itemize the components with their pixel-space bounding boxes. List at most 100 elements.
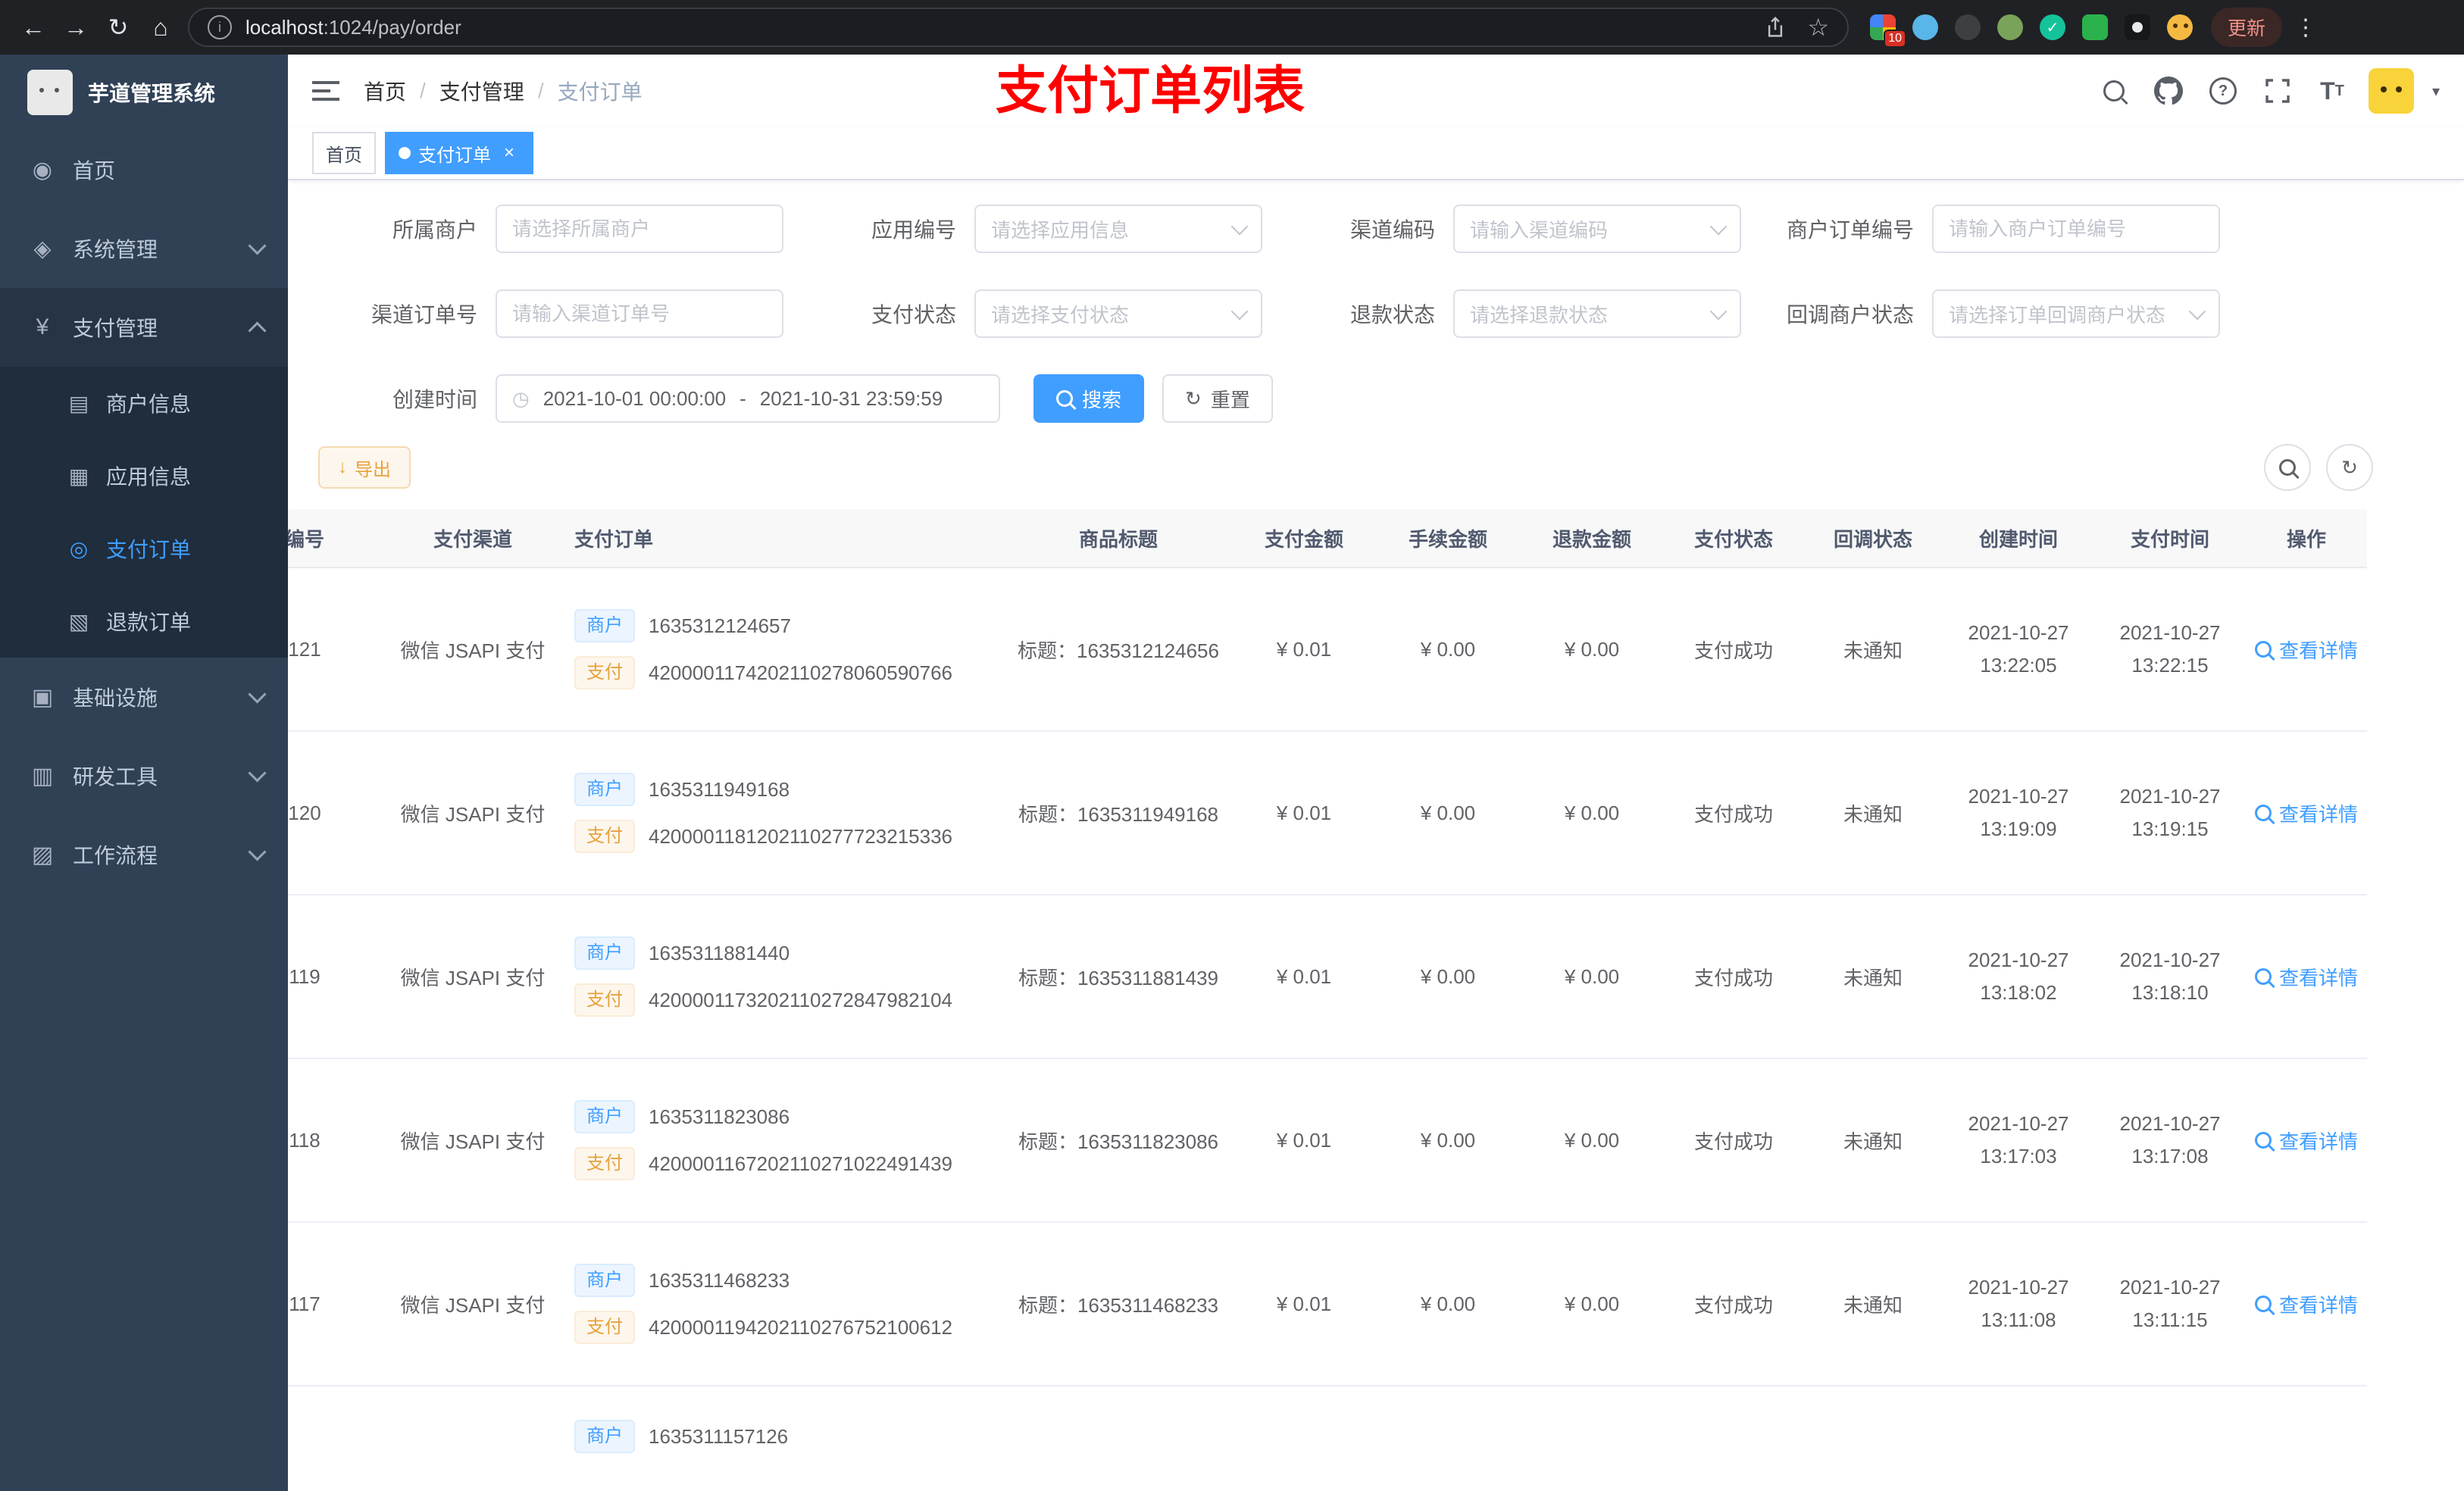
reload-icon[interactable]: ↻ [97, 6, 139, 48]
dashboard-icon: ◉ [32, 157, 53, 183]
page-content: 所属商户 应用编号 请选择应用信息 渠道编码 请输入渠道编码 商户订单编号 [288, 180, 2464, 1491]
table-row-partial: 商户 1635311157126 [288, 1386, 2367, 1491]
font-size-icon[interactable]: TT [2314, 73, 2350, 109]
search-icon [2255, 968, 2272, 985]
bookmark-star-icon[interactable]: ☆ [1807, 13, 1829, 42]
reset-button[interactable]: ↻ 重置 [1162, 374, 1273, 423]
breadcrumb-pay-manage[interactable]: 支付管理 [439, 76, 524, 106]
sidebar-item-infra[interactable]: ▣ 基础设施 [0, 658, 288, 736]
channel-order-no-input[interactable] [496, 289, 783, 338]
sidebar: 芋道管理系统 ◉ 首页 ◈ 系统管理 ¥ 支付管理 ▤ 商户信息 ▦ 应用信息 … [0, 55, 288, 1491]
home-icon[interactable]: ⌂ [139, 6, 182, 48]
notify-status-select[interactable]: 请选择订单回调商户状态 [1932, 289, 2220, 338]
pay-status-label: 支付状态 [871, 303, 956, 327]
tab-home[interactable]: 首页 [312, 132, 376, 174]
active-dot [399, 147, 411, 159]
table-row: 119 微信 JSAPI 支付 商户 1635311881440 支付 420000… [288, 895, 2367, 1059]
merchant-tag: 商户 [574, 773, 635, 806]
target-icon: ◎ [69, 536, 89, 561]
sidebar-item-home[interactable]: ◉ 首页 [0, 130, 288, 209]
table-row: 118 微信 JSAPI 支付 商户 1635311823086 支付 420000… [288, 1058, 2367, 1223]
browser-menu-icon[interactable]: ⋮ [2294, 14, 2317, 41]
sidebar-item-devtool[interactable]: ▥ 研发工具 [0, 736, 288, 815]
extension-green-icon[interactable] [1997, 14, 2023, 40]
sidebar-item-workflow[interactable]: ▨ 工作流程 [0, 815, 288, 894]
close-icon[interactable]: × [499, 142, 520, 164]
date-range-input[interactable]: ◷ 2021-10-01 00:00:00 - 2021-10-31 23:59… [496, 374, 1000, 423]
table-row: 117 微信 JSAPI 支付 商户 1635311468233 支付 420000… [288, 1222, 2367, 1386]
back-icon[interactable]: ← [12, 6, 55, 48]
sidebar-item-system[interactable]: ◈ 系统管理 [0, 209, 288, 288]
page-annotation: 支付订单列表 [996, 62, 1305, 120]
chevron-down-icon [248, 763, 267, 783]
address-bar[interactable]: i localhost:1024/pay/order ☆ [188, 8, 1849, 47]
app-no-select[interactable]: 请选择应用信息 [974, 205, 1262, 253]
merchant-tag: 商户 [574, 1100, 635, 1133]
github-icon[interactable] [2150, 73, 2187, 109]
merchant-label: 所属商户 [392, 218, 477, 242]
help-icon[interactable]: ? [2205, 73, 2241, 109]
breadcrumb: 首页 / 支付管理 / 支付订单 [364, 76, 643, 106]
export-button[interactable]: ↓ 导出 [318, 446, 411, 489]
profile-avatar-icon[interactable] [2167, 14, 2193, 40]
search-icon[interactable] [2096, 73, 2132, 109]
clock-icon: ◷ [512, 386, 530, 410]
search-button[interactable]: 搜索 [1033, 374, 1145, 423]
share-icon[interactable] [1765, 17, 1786, 38]
url-text: localhost:1024/pay/order [245, 15, 461, 39]
view-detail-link[interactable]: 查看详情 [2255, 963, 2358, 991]
breadcrumb-home[interactable]: 首页 [364, 76, 406, 106]
merchant-input[interactable] [496, 205, 783, 253]
monitor-icon: ▣ [31, 684, 54, 710]
tab-pay-order[interactable]: 支付订单 × [385, 132, 533, 174]
pay-tag: 支付 [574, 1311, 635, 1344]
extension-drop-icon[interactable] [1912, 14, 1938, 40]
sidebar-item-pay-order[interactable]: ◎ 支付订单 [0, 512, 288, 585]
extensions-area: 10 ✓ [1870, 14, 2193, 48]
search-icon [2255, 641, 2272, 658]
top-navbar: 首页 / 支付管理 / 支付订单 支付订单列表 ? TT ▾ [288, 55, 2464, 127]
app-logo[interactable]: 芋道管理系统 [0, 55, 288, 130]
logo-avatar [27, 70, 73, 115]
hamburger-icon[interactable] [312, 81, 339, 101]
site-info-icon[interactable]: i [208, 15, 232, 39]
card-icon: ▤ [68, 391, 89, 415]
app-title: 芋道管理系统 [88, 82, 216, 105]
toggle-search-button[interactable] [2264, 444, 2311, 491]
pay-status-select[interactable]: 请选择支付状态 [974, 289, 1262, 338]
extension-grid-icon[interactable]: 10 [1870, 14, 1906, 48]
pay-tag: 支付 [574, 1147, 635, 1180]
sidebar-item-merchant-info[interactable]: ▤ 商户信息 [0, 367, 288, 439]
orders-table: 编号 支付渠道 支付订单 商品标题 支付金额 手续金额 退款金额 支付状态 回调… [288, 509, 2373, 1491]
date-start: 2021-10-01 00:00:00 [543, 386, 727, 410]
channel-order-no-label: 渠道订单号 [371, 303, 477, 327]
channel-code-select[interactable]: 请输入渠道编码 [1453, 205, 1741, 253]
view-detail-link[interactable]: 查看详情 [2255, 636, 2358, 664]
chevron-down-icon [248, 842, 267, 861]
merchant-order-no-input[interactable] [1932, 205, 2220, 253]
extension-square-icon[interactable] [2082, 14, 2108, 40]
extension-pin-icon[interactable] [2125, 14, 2150, 40]
grid-icon: ▦ [68, 464, 89, 488]
forward-icon[interactable]: → [55, 6, 97, 48]
merchant-tag: 商户 [574, 1420, 635, 1453]
chrome-update-button[interactable]: 更新 [2211, 8, 2283, 47]
sidebar-item-app-info[interactable]: ▦ 应用信息 [0, 439, 288, 512]
fullscreen-icon[interactable] [2259, 73, 2296, 109]
view-detail-link[interactable]: 查看详情 [2255, 799, 2358, 827]
refresh-button[interactable]: ↻ [2326, 444, 2373, 491]
view-detail-link[interactable]: 查看详情 [2255, 1127, 2358, 1155]
refresh-icon: ↻ [1185, 386, 1202, 410]
pay-tag: 支付 [574, 820, 635, 853]
yen-icon: ¥ [36, 314, 49, 339]
user-avatar[interactable] [2368, 68, 2414, 114]
extension-dark-icon[interactable] [1955, 14, 1981, 40]
avatar-caret-icon[interactable]: ▾ [2432, 82, 2440, 101]
view-detail-link[interactable]: 查看详情 [2255, 1290, 2358, 1318]
refund-status-select[interactable]: 请选择退款状态 [1453, 289, 1741, 338]
sidebar-item-refund-order[interactable]: ▧ 退款订单 [0, 585, 288, 658]
merchant-order-no-label: 商户订单编号 [1786, 218, 1914, 242]
extension-check-icon[interactable]: ✓ [2040, 14, 2065, 40]
refresh-icon: ↻ [2341, 455, 2358, 479]
sidebar-item-payment[interactable]: ¥ 支付管理 [0, 288, 288, 367]
